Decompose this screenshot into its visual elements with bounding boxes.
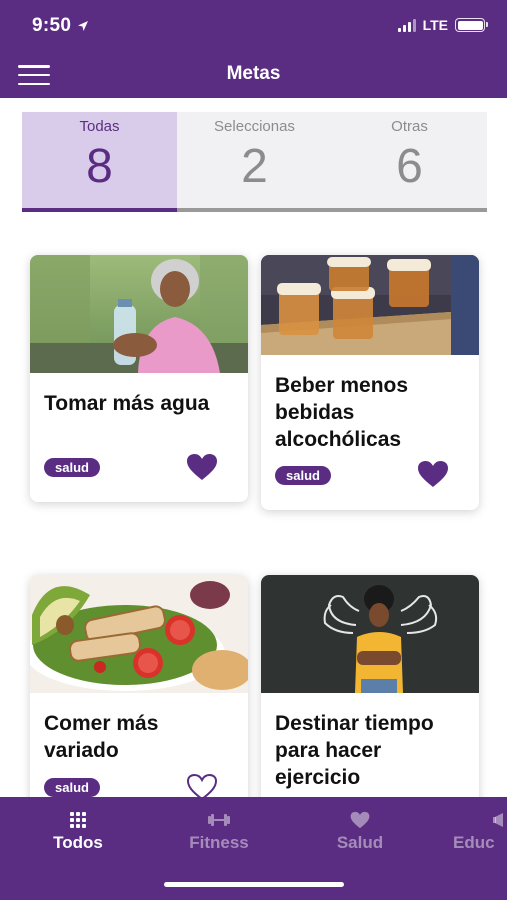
app-header: 9:50 LTE Metas — [0, 0, 507, 98]
nav-label: Todos — [53, 833, 103, 852]
goal-card[interactable]: Destinar tiempo para hacer ejercicio — [261, 575, 479, 815]
tab-label: Todas — [79, 118, 120, 135]
status-time: 9:50 — [32, 15, 89, 37]
home-indicator[interactable] — [164, 882, 344, 887]
tab-count: 6 — [396, 140, 423, 193]
category-badge: salud — [44, 778, 100, 797]
status-time-text: 9:50 — [32, 15, 72, 36]
nav-label: Educ — [453, 833, 495, 852]
page-title: Metas — [226, 63, 281, 84]
nav-item-todos[interactable]: Todos — [47, 811, 109, 853]
tab-otras[interactable]: Otras 6 — [332, 112, 487, 212]
status-bar: 9:50 LTE — [0, 0, 507, 50]
heart-filled-icon[interactable] — [417, 460, 449, 488]
goal-title: Destinar tiempo para hacer ejercicio — [275, 712, 434, 789]
tab-count: 8 — [86, 140, 113, 193]
goal-title: Beber menos bebidas alcochólicas — [275, 374, 409, 451]
dumbbell-icon — [184, 811, 254, 829]
nav-item-educacion[interactable]: Educ — [453, 811, 507, 853]
goal-card[interactable]: Comer más variado salud — [30, 575, 248, 815]
battery-icon — [455, 18, 488, 32]
megaphone-icon — [493, 811, 507, 829]
tab-count: 2 — [241, 140, 268, 193]
category-badge: salud — [44, 458, 100, 477]
tab-todas[interactable]: Todas 8 — [22, 112, 177, 212]
woman-arms-crossed-chalkboard-muscles-photo — [261, 575, 479, 693]
nav-item-salud[interactable]: Salud — [332, 811, 388, 853]
heart-icon — [332, 811, 388, 829]
tab-label: Otras — [391, 118, 428, 135]
category-badge: salud — [275, 466, 331, 485]
grid-icon — [47, 811, 109, 829]
status-indicators: LTE — [397, 17, 488, 33]
goal-title: Comer más variado — [44, 712, 159, 762]
goal-card[interactable]: Tomar más agua salud — [30, 255, 248, 502]
network-type: LTE — [422, 17, 448, 33]
nav-label: Salud — [336, 833, 384, 852]
bottom-navigation: Todos Fitness Salud Educ — [0, 797, 507, 900]
goal-card[interactable]: Beber menos bebidas alcochólicas salud — [261, 255, 479, 510]
salad-with-chicken-photo — [30, 575, 248, 693]
nav-item-fitness[interactable]: Fitness — [184, 811, 254, 853]
nav-label: Fitness — [189, 833, 249, 852]
beer-glasses-photo — [261, 255, 479, 355]
signal-icon — [397, 18, 416, 32]
woman-drinking-water-photo — [30, 255, 248, 373]
tab-seleccionas[interactable]: Seleccionas 2 — [177, 112, 332, 212]
goal-title: Tomar más agua — [44, 392, 210, 415]
tab-label: Seleccionas — [214, 118, 295, 135]
goal-filter-tabs: Todas 8 Seleccionas 2 Otras 6 — [22, 112, 487, 212]
heart-filled-icon[interactable] — [186, 453, 218, 481]
location-arrow-icon — [77, 20, 89, 32]
